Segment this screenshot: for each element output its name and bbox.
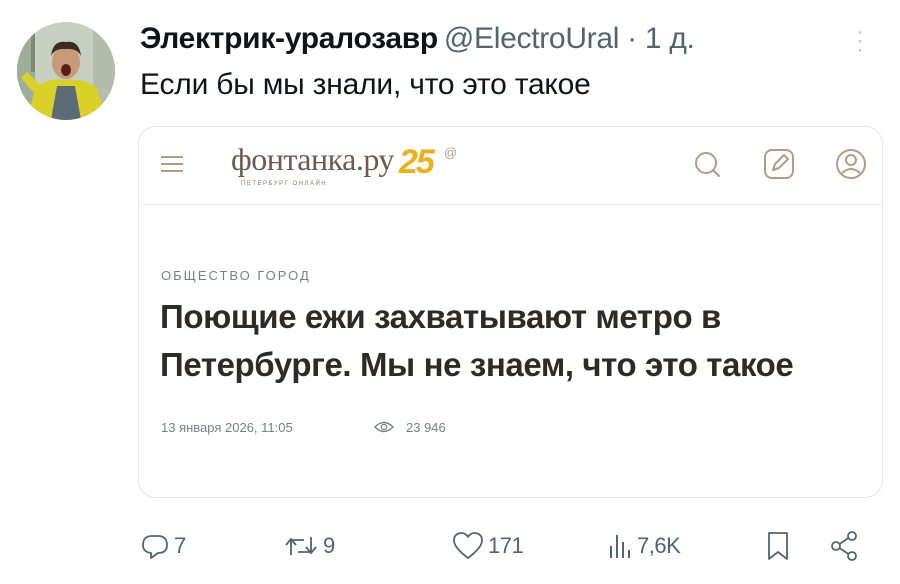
profile-icon [836,149,866,179]
article-views: 23 946 [406,420,446,435]
author-name[interactable]: Электрик-уралозавр [140,22,438,55]
bookmark-icon [768,532,788,560]
article-rubric: ОБЩЕСТВО ГОРОД [161,268,311,283]
menu-icon [161,154,183,174]
share-icon [831,531,857,561]
article-headline: Поющие ежи захватывают метро в Петербург… [160,298,794,383]
like-count: 171 [488,533,524,558]
tweet-header: Электрик-уралозавр @ElectroUral · 1 д. [140,22,695,62]
retweet-button[interactable]: 9 [283,528,335,564]
heart-icon [453,532,483,559]
like-button[interactable]: 171 [452,528,524,564]
analytics-icon [610,535,630,558]
tweet-actions: 7 9 171 7,6K [0,520,900,570]
search-icon [695,152,720,177]
reply-button[interactable]: 7 [140,528,186,564]
view-count: 7,6K [637,533,681,558]
badge-mark: @ [444,145,458,160]
timestamp[interactable]: 1 д. [645,22,695,55]
author-handle[interactable]: @ElectroUral [444,22,620,55]
article-card[interactable]: фонтанка.ру ПЕТЕРБУРГ ОНЛАЙН 25 @ ОБЩЕСТ… [138,126,883,498]
reply-icon [142,535,168,559]
site-logo: фонтанка.ру ПЕТЕРБУРГ ОНЛАЙН 25 @ [231,139,471,195]
separator: · [627,22,637,55]
edit-icon [764,149,794,179]
retweet-count: 9 [323,533,335,558]
site-logo-tagline: ПЕТЕРБУРГ ОНЛАЙН [241,181,328,187]
anniversary-badge: 25 [399,143,435,181]
reply-count: 7 [174,533,186,558]
article-date: 13 января 2026, 11:05 [161,420,293,435]
avatar-photo [17,22,115,120]
site-header: фонтанка.ру ПЕТЕРБУРГ ОНЛАЙН 25 @ [139,127,882,205]
views-button[interactable]: 7,6K [607,528,681,564]
avatar[interactable] [17,22,115,120]
share-button[interactable] [828,528,860,564]
tweet-text: Если бы мы знали, что это такое [140,68,591,101]
bookmark-button[interactable] [764,528,792,564]
retweet-icon [285,537,317,555]
site-logo-name: фонтанка.ру [231,141,394,177]
more-options-icon[interactable]: · · · [853,22,867,62]
eye-icon [374,421,394,433]
